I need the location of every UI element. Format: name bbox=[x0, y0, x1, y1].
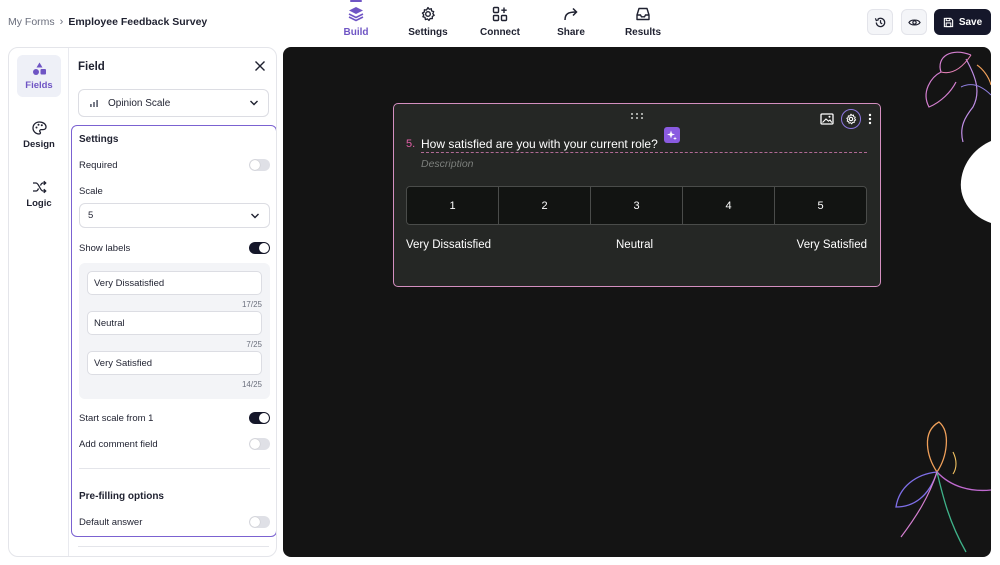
tab-connect[interactable]: Connect bbox=[468, 6, 532, 40]
scale-option[interactable]: 1 bbox=[407, 187, 499, 224]
sidebar-item-label: Design bbox=[23, 138, 55, 150]
tab-build[interactable]: Build bbox=[324, 0, 388, 40]
settings-section: Settings Required Scale 5 Show labels Ve… bbox=[71, 125, 276, 537]
sidebar-item-fields[interactable]: Fields bbox=[17, 55, 61, 97]
required-label: Required bbox=[79, 160, 118, 171]
question-description[interactable]: Description bbox=[421, 158, 474, 170]
field-settings-panel: Field Opinion Scale Settings Required Sc… bbox=[70, 48, 276, 556]
shapes-icon bbox=[32, 62, 46, 75]
question-title[interactable]: How satisfied are you with your current … bbox=[421, 137, 658, 151]
palette-icon bbox=[31, 120, 47, 135]
more-vertical-icon[interactable] bbox=[868, 113, 872, 125]
right-label-input[interactable]: Very Satisfied bbox=[87, 351, 262, 375]
history-button[interactable] bbox=[867, 9, 893, 35]
scale-label: Scale bbox=[79, 186, 103, 197]
breadcrumb-my-forms[interactable]: My Forms bbox=[8, 16, 55, 28]
share-arrow-icon bbox=[564, 7, 578, 21]
tab-share-label: Share bbox=[557, 27, 585, 38]
history-icon bbox=[874, 17, 885, 27]
right-label-counter: 14/25 bbox=[241, 380, 262, 389]
comment-field-label: Add comment field bbox=[79, 439, 158, 450]
gear-icon bbox=[421, 6, 435, 22]
breadcrumb-form-name: Employee Feedback Survey bbox=[68, 16, 208, 28]
stack-icon bbox=[348, 7, 364, 22]
scale-option[interactable]: 4 bbox=[683, 187, 775, 224]
bar-chart-icon bbox=[90, 100, 98, 107]
breadcrumb: My Forms › Employee Feedback Survey bbox=[8, 16, 207, 28]
image-icon[interactable] bbox=[820, 113, 834, 125]
inbox-icon bbox=[636, 7, 650, 21]
show-labels-label: Show labels bbox=[79, 243, 131, 254]
scale-label-left: Very Dissatisfied bbox=[406, 239, 492, 251]
card-settings-button[interactable] bbox=[841, 109, 861, 129]
panel-bottom-divider bbox=[78, 546, 269, 547]
tab-build-label: Build bbox=[343, 27, 369, 38]
sidebar-item-logic[interactable]: Logic bbox=[17, 173, 61, 215]
default-answer-label: Default answer bbox=[79, 517, 143, 528]
sidebar-rail: Fields Design Logic bbox=[9, 48, 69, 556]
settings-heading: Settings bbox=[79, 134, 119, 145]
card-toolbar bbox=[820, 109, 872, 129]
show-labels-toggle[interactable] bbox=[249, 242, 270, 254]
required-toggle[interactable] bbox=[249, 159, 270, 171]
scale-value: 5 bbox=[88, 210, 94, 221]
comment-field-toggle[interactable] bbox=[249, 438, 270, 450]
panel-title: Field bbox=[78, 61, 105, 73]
save-button[interactable]: Save bbox=[934, 9, 991, 35]
opinion-scale: 1 2 3 4 5 bbox=[406, 186, 867, 225]
left-label-counter: 17/25 bbox=[241, 300, 262, 309]
gear-icon bbox=[846, 113, 857, 125]
white-leaf-shape-icon bbox=[960, 141, 991, 223]
tab-results-label: Results bbox=[624, 27, 662, 38]
field-type-select[interactable]: Opinion Scale bbox=[78, 89, 269, 117]
scale-labels-group: Very Dissatisfied 17/25 Neutral 7/25 Ver… bbox=[79, 263, 270, 399]
left-panel: Fields Design Logic Field Opinion Scale … bbox=[8, 47, 277, 557]
start-scale-toggle[interactable] bbox=[249, 412, 270, 424]
left-label-input[interactable]: Very Dissatisfied bbox=[87, 271, 262, 295]
question-card[interactable]: 5. How satisfied are you with your curre… bbox=[393, 103, 881, 287]
floral-decoration-icon bbox=[925, 51, 991, 143]
chevron-down-icon bbox=[251, 213, 259, 219]
center-label-counter: 7/25 bbox=[246, 340, 262, 349]
tab-connect-label: Connect bbox=[480, 27, 520, 38]
tab-settings-label: Settings bbox=[408, 27, 448, 38]
tab-results[interactable]: Results bbox=[611, 6, 675, 40]
start-scale-label: Start scale from 1 bbox=[79, 413, 154, 424]
scale-select[interactable]: 5 bbox=[79, 203, 270, 228]
scale-option[interactable]: 5 bbox=[775, 187, 866, 224]
question-number: 5. bbox=[406, 138, 416, 150]
floral-decoration-icon bbox=[895, 421, 991, 553]
sidebar-item-design[interactable]: Design bbox=[17, 114, 61, 156]
field-type-value: Opinion Scale bbox=[108, 97, 171, 109]
prefill-heading: Pre-filling options bbox=[79, 491, 164, 502]
scale-label-center: Neutral bbox=[616, 239, 654, 251]
center-label-input[interactable]: Neutral bbox=[87, 311, 262, 335]
connect-icon bbox=[492, 6, 508, 22]
sparkle-icon bbox=[667, 130, 677, 140]
form-canvas: 5. How satisfied are you with your curre… bbox=[283, 47, 991, 557]
top-bar: My Forms › Employee Feedback Survey Buil… bbox=[0, 0, 1000, 44]
section-divider bbox=[79, 468, 270, 469]
tab-share[interactable]: Share bbox=[539, 6, 603, 40]
shuffle-icon bbox=[32, 180, 47, 193]
save-disk-icon bbox=[943, 17, 953, 27]
default-answer-toggle[interactable] bbox=[249, 516, 270, 528]
breadcrumb-separator-icon: › bbox=[59, 16, 64, 28]
sidebar-item-label: Logic bbox=[26, 197, 52, 209]
chevron-down-icon bbox=[250, 100, 258, 106]
eye-icon bbox=[907, 18, 921, 26]
save-button-label: Save bbox=[958, 16, 983, 28]
sidebar-item-label: Fields bbox=[25, 79, 53, 91]
tab-settings[interactable]: Settings bbox=[396, 6, 460, 40]
drag-handle-icon[interactable] bbox=[630, 112, 644, 120]
scale-label-right: Very Satisfied bbox=[796, 239, 867, 251]
question-title-underline bbox=[421, 152, 867, 153]
close-icon[interactable] bbox=[254, 60, 266, 72]
ai-assist-button[interactable] bbox=[664, 127, 680, 143]
scale-option[interactable]: 3 bbox=[591, 187, 683, 224]
scale-option[interactable]: 2 bbox=[499, 187, 591, 224]
preview-button[interactable] bbox=[901, 9, 927, 35]
